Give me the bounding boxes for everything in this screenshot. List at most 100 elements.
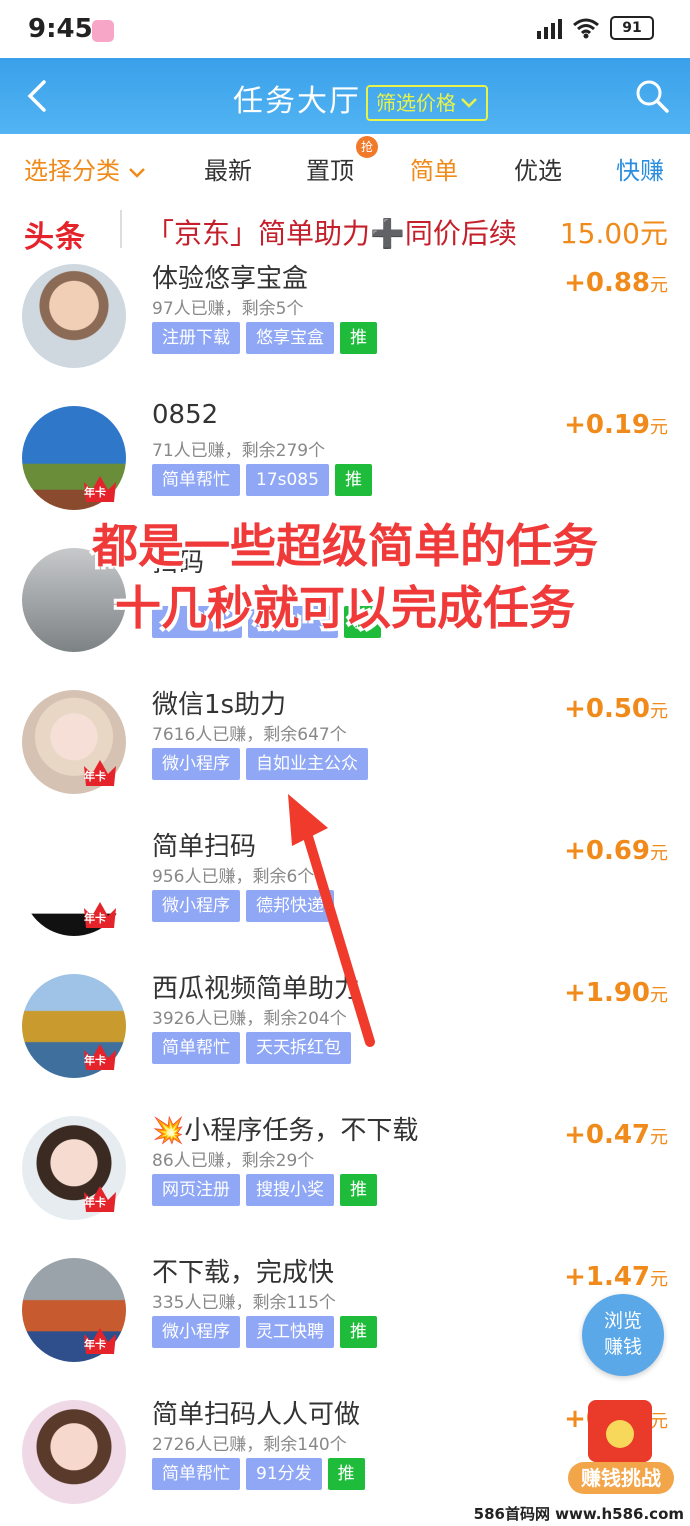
- back-icon[interactable]: [20, 76, 60, 116]
- task-tag: 自如业主公众: [246, 748, 368, 780]
- crown-label: 年卡: [84, 1338, 106, 1351]
- task-reward-value: +1.47: [564, 1262, 650, 1292]
- task-tag: 简单帮忙: [152, 1458, 240, 1490]
- task-tag: 灵工快聘: [246, 1316, 334, 1348]
- task-reward-unit: 元: [650, 1269, 668, 1290]
- crown-label: 年卡: [84, 912, 106, 925]
- task-meta: 71人已赚，剩余279个: [152, 441, 326, 461]
- task-title: 0852: [152, 400, 219, 430]
- task-reward: +0.88元: [564, 268, 668, 298]
- task-tag: 搜搜小奖: [246, 1174, 334, 1206]
- task-tag: 91分发: [246, 1458, 322, 1490]
- task-tag: 网页注册: [152, 1174, 240, 1206]
- task-reward: +0.19元: [564, 410, 668, 440]
- task-meta: 97人已赚，剩余5个: [152, 299, 304, 319]
- task-meta: 335人已赚，剩余115个: [152, 1293, 336, 1313]
- avatar: [22, 1400, 126, 1504]
- task-reward-value: +0.88: [564, 268, 650, 298]
- task-meta: 7616人已赚，剩余647个: [152, 725, 347, 745]
- task-reward-unit: 元: [650, 275, 668, 296]
- task-reward: +0.69元: [564, 836, 668, 866]
- browse-earn-line1: 浏览: [603, 1310, 642, 1332]
- headline-text: 「京东」简单助力➕同价后续: [146, 217, 517, 250]
- coin-icon: [606, 1420, 634, 1448]
- task-reward: +1.47元: [564, 1262, 668, 1292]
- hot-badge: 抢: [356, 136, 378, 158]
- task-title: 体验悠享宝盒: [152, 264, 309, 294]
- task-meta: 86人已赚，剩余29个: [152, 1151, 315, 1171]
- task-tag: 17s085: [246, 464, 329, 496]
- task-tag: 简单帮忙: [152, 1032, 240, 1064]
- task-tag: 微小程序: [152, 1316, 240, 1348]
- recommend-tag: 推: [334, 464, 372, 496]
- search-icon[interactable]: [632, 76, 672, 116]
- tab-latest[interactable]: 最新: [204, 151, 252, 186]
- tab-category[interactable]: 选择分类: [24, 151, 146, 186]
- task-tags: 微小程序 灵工快聘 推: [152, 1316, 377, 1348]
- app-notification-icon: [92, 20, 114, 42]
- task-reward: +1.90元: [564, 978, 668, 1008]
- overlay-caption-line2: 十几秒就可以完成任务: [115, 581, 575, 635]
- page-title: 任务大厅: [233, 84, 361, 119]
- battery-icon: 91: [610, 16, 654, 40]
- recommend-tag: 推: [327, 1458, 365, 1490]
- tab-category-label: 选择分类: [24, 157, 120, 185]
- task-reward-value: +0.69: [564, 836, 650, 866]
- headline-price: 15.00元: [559, 217, 668, 250]
- filter-price-label: 筛选价格: [376, 91, 456, 115]
- task-tags: 网页注册 搜搜小奖 推: [152, 1174, 377, 1206]
- task-item[interactable]: 体验悠享宝盒 97人已赚，剩余5个 注册下载 悠享宝盒 推 +0.88元: [0, 260, 690, 394]
- task-meta: 2726人已赚，剩余140个: [152, 1435, 347, 1455]
- recommend-tag: 推: [340, 1316, 377, 1348]
- status-time: 9:45: [28, 14, 93, 44]
- task-tag: 注册下载: [152, 322, 240, 354]
- task-reward-unit: 元: [650, 1127, 668, 1148]
- browse-earn-line2: 赚钱: [603, 1336, 642, 1358]
- browse-earn-button[interactable]: 浏览 赚钱: [582, 1294, 664, 1376]
- task-title: 微信1s助力: [152, 690, 287, 720]
- task-tag: 微小程序: [152, 748, 240, 780]
- task-reward-unit: 元: [650, 985, 668, 1006]
- crown-label: 年卡: [84, 486, 106, 499]
- tab-top[interactable]: 置顶: [306, 151, 354, 186]
- task-item[interactable]: 年卡 💥小程序任务，不下载 86人已赚，剩余29个 网页注册 搜搜小奖 推 +0…: [0, 1104, 690, 1246]
- annotation-arrow-icon: [288, 794, 375, 1047]
- task-reward-unit: 元: [650, 701, 668, 722]
- chevron-down-icon: [128, 168, 145, 178]
- task-tag: 简单帮忙: [152, 464, 240, 496]
- headline-source: 头条: [24, 220, 86, 255]
- task-tags: 注册下载 悠享宝盒 推: [152, 322, 377, 354]
- task-reward: +0.47元: [564, 1120, 668, 1150]
- crown-label: 年卡: [84, 1054, 106, 1067]
- app-header: 任务大厅 筛选价格: [0, 58, 690, 134]
- crown-label: 年卡: [84, 770, 106, 783]
- task-reward-value: +1.90: [564, 978, 650, 1008]
- headline-ticker[interactable]: 头条 「京东」简单助力➕同价后续 15.00元: [0, 198, 690, 260]
- task-reward-value: +0.19: [564, 410, 650, 440]
- recommend-tag: 推: [340, 1174, 377, 1206]
- task-title: 不下载，完成快: [152, 1258, 335, 1288]
- task-reward: +0.50元: [564, 694, 668, 724]
- wifi-icon: [573, 18, 599, 39]
- avatar: [22, 264, 126, 368]
- earn-challenge-button[interactable]: 赚钱挑战: [568, 1400, 674, 1500]
- task-tag: 微小程序: [152, 890, 240, 922]
- task-reward-value: +0.47: [564, 1120, 650, 1150]
- overlay-caption-line1: 都是一些超级简单的任务: [92, 519, 598, 573]
- task-title: 简单扫码人人可做: [152, 1400, 361, 1430]
- filter-price-button[interactable]: 筛选价格: [366, 85, 488, 121]
- task-reward-value: +0.50: [564, 694, 650, 724]
- status-bar: 9:45 91: [0, 0, 690, 58]
- tab-preferred[interactable]: 优选: [514, 151, 562, 186]
- category-tabs: 选择分类 最新 置顶 简单 优选 快赚: [0, 134, 690, 198]
- tab-simple[interactable]: 简单: [410, 151, 458, 186]
- task-tags: 微小程序 自如业主公众: [152, 748, 368, 780]
- chevron-down-icon: [461, 98, 477, 108]
- watermark: 586首码网 www.h586.com: [473, 1505, 684, 1523]
- task-reward-unit: 元: [650, 417, 668, 438]
- task-reward-unit: 元: [650, 843, 668, 864]
- earn-challenge-label: 赚钱挑战: [568, 1462, 674, 1494]
- signal-icon: [537, 17, 562, 39]
- tab-quick-earn[interactable]: 快赚: [616, 151, 664, 186]
- task-tags: 简单帮忙 91分发 推: [152, 1458, 365, 1490]
